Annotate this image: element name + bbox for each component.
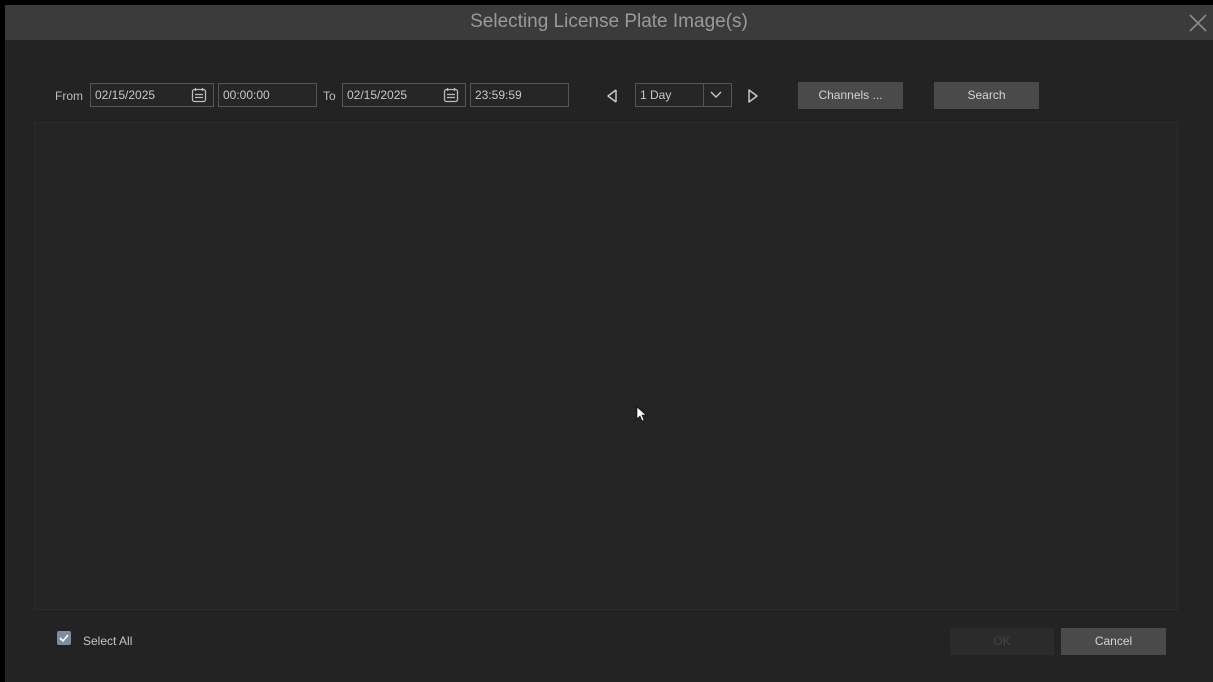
results-panel — [34, 122, 1178, 610]
from-label: From — [55, 89, 83, 103]
close-icon[interactable] — [1187, 12, 1209, 34]
dialog-title: Selecting License Plate Image(s) — [470, 11, 748, 32]
select-all-label[interactable]: Select All — [83, 634, 132, 648]
triangle-right-icon[interactable] — [746, 88, 760, 104]
from-time-value: 00:00:00 — [223, 88, 270, 102]
search-button[interactable]: Search — [934, 82, 1039, 109]
mouse-cursor-icon — [636, 406, 646, 422]
ok-button[interactable]: OK — [950, 628, 1054, 655]
calendar-icon[interactable] — [191, 87, 207, 103]
to-time-field[interactable]: 23:59:59 — [470, 83, 569, 107]
select-all-checkbox[interactable] — [57, 631, 71, 645]
from-time-field[interactable]: 00:00:00 — [218, 83, 317, 107]
calendar-icon[interactable] — [443, 87, 459, 103]
select-divider — [703, 84, 704, 106]
triangle-left-icon[interactable] — [605, 88, 619, 104]
channels-button[interactable]: Channels ... — [798, 82, 903, 109]
check-icon — [59, 634, 69, 643]
to-date-value: 02/15/2025 — [347, 88, 408, 102]
to-time-value: 23:59:59 — [475, 88, 522, 102]
chevron-down-icon — [710, 91, 722, 98]
dialog-titlebar: Selecting License Plate Image(s) — [5, 5, 1213, 40]
period-select[interactable]: 1 Day — [635, 83, 732, 107]
cancel-button[interactable]: Cancel — [1061, 628, 1166, 655]
period-select-value: 1 Day — [640, 88, 672, 102]
to-label: To — [323, 89, 336, 103]
from-date-value: 02/15/2025 — [95, 88, 156, 102]
